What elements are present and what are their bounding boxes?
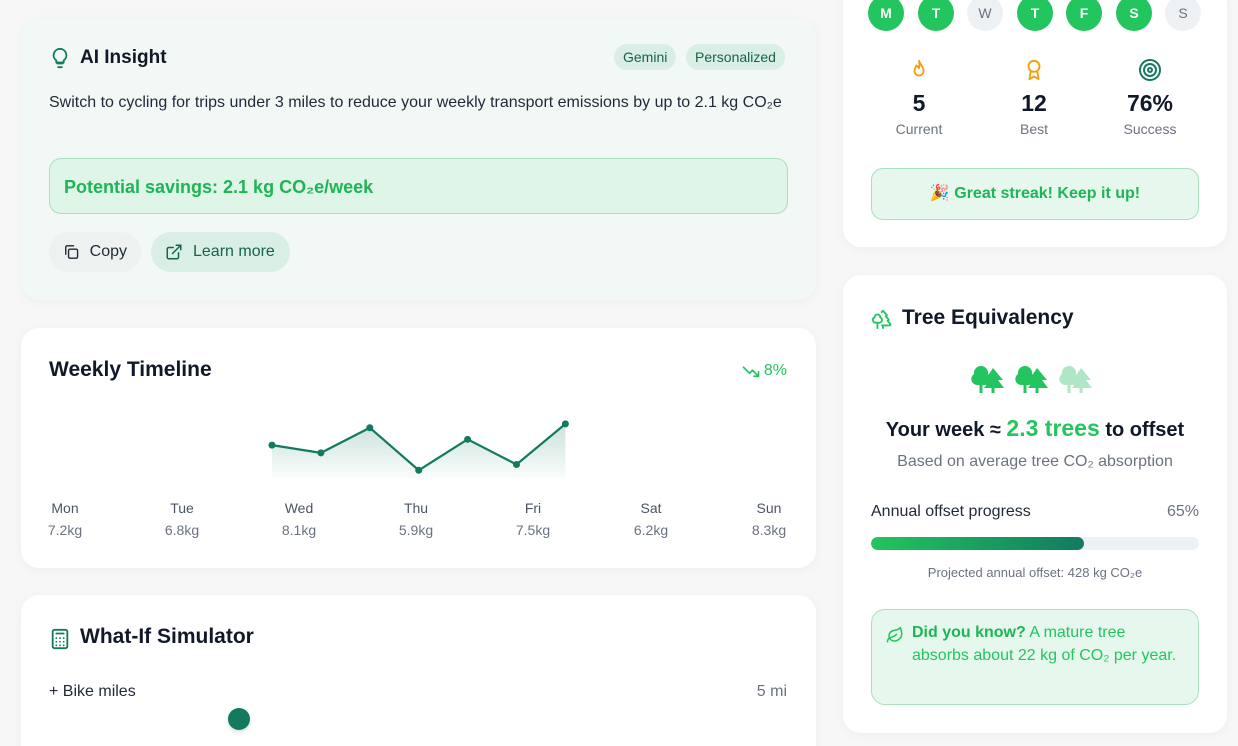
bike-miles-value: 5 mi — [756, 683, 787, 700]
day-label: Tue — [170, 500, 194, 516]
did-you-know-title: Did you know? — [912, 624, 1026, 641]
streak-day-6: S — [1165, 0, 1201, 31]
tree-subtitle: Based on average tree CO₂ absorption — [897, 453, 1173, 470]
streak-day-4: F — [1066, 0, 1102, 31]
streak-day-3: T — [1017, 0, 1053, 31]
learn-more-button[interactable]: Learn more — [151, 232, 290, 272]
stat-success-label: Success — [1123, 121, 1177, 137]
learn-more-label: Learn more — [193, 243, 275, 260]
offset-progress-fill — [871, 537, 1085, 550]
day-sun: Sun 8.3kg — [734, 500, 804, 538]
progress-label: Annual offset progress — [871, 503, 1031, 520]
day-thu: Thu 5.9kg — [381, 500, 451, 538]
did-you-know-box: Did you know? A mature tree absorbs abou… — [871, 609, 1199, 705]
stat-best: 12 Best — [984, 58, 1084, 137]
timeline-chart — [268, 420, 569, 478]
streak-day-0: M — [868, 0, 904, 31]
chart-point-mon — [268, 441, 276, 449]
streak-day-5: S — [1116, 0, 1152, 31]
ai-insight-card: AI Insight Gemini Personalized Switch to… — [21, 18, 816, 300]
day-label: Thu — [403, 500, 429, 516]
award-icon — [1027, 59, 1041, 81]
streak-day-2: W — [967, 0, 1003, 31]
tree-count: 2.3 trees — [1006, 415, 1100, 441]
day-value: 7.2kg — [47, 522, 83, 538]
tree-summary: Your week ≈ 2.3 trees to offset — [843, 415, 1227, 442]
ai-insight-title: AI Insight — [80, 47, 167, 68]
chart-point-sat — [513, 460, 520, 468]
stat-best-value: 12 — [1021, 90, 1047, 116]
target-icon — [1139, 59, 1161, 81]
day-value: 8.3kg — [751, 522, 787, 538]
tree-icon — [1015, 365, 1048, 393]
progress-percent: 65% — [1166, 503, 1199, 520]
copy-label: Copy — [89, 243, 127, 260]
calculator-icon — [51, 628, 69, 650]
what-if-simulator-card: What-If Simulator + Bike miles 5 mi — [21, 595, 816, 746]
day-label: Sat — [640, 500, 662, 516]
day-value: 6.2kg — [633, 522, 669, 538]
trend-indicator: 8% — [742, 362, 787, 380]
streak-day-1: T — [918, 0, 954, 31]
trend-value: 8% — [763, 362, 787, 379]
chart-point-thu — [415, 466, 423, 474]
day-fri: Fri 7.5kg — [498, 500, 568, 538]
bike-miles-slider-handle[interactable] — [228, 708, 250, 730]
day-label: Fri — [524, 500, 542, 516]
tree-icons — [971, 363, 1093, 395]
day-sat: Sat 6.2kg — [616, 500, 686, 538]
trending-down-icon — [742, 366, 760, 378]
day-value: 6.8kg — [164, 522, 200, 538]
tree-icon — [971, 365, 1004, 393]
timeline-title: Weekly Timeline — [49, 358, 212, 381]
lightbulb-icon — [52, 47, 68, 69]
stat-current-label: Current — [895, 121, 943, 137]
partial-tree-icon — [1059, 365, 1092, 393]
chart-point-wed — [366, 424, 374, 432]
tree-summary-prefix: Your week ≈ — [885, 419, 1007, 441]
chart-point-sun — [561, 420, 569, 428]
copy-button[interactable]: Copy — [49, 232, 141, 272]
day-label: Sun — [756, 500, 782, 516]
streak-message: 🎉 Great streak! Keep it up! — [871, 168, 1199, 220]
copy-icon — [65, 245, 79, 259]
day-value: 7.5kg — [515, 522, 551, 538]
day-wed: Wed 8.1kg — [264, 500, 334, 538]
day-tue: Tue 6.8kg — [147, 500, 217, 538]
tree-equivalency-card: Tree Equivalency Your week ≈ 2.3 trees t… — [843, 275, 1227, 733]
chart-point-fri — [464, 435, 472, 443]
tree-summary-suffix: to offset — [1099, 419, 1185, 441]
stat-best-label: Best — [1019, 121, 1048, 137]
bike-miles-label: + Bike miles — [49, 683, 136, 700]
weekly-timeline-card: Weekly Timeline 8% Mon 7.2kg Tue 6.8kg Wed 8.… — [21, 328, 816, 568]
what-if-title: What-If Simulator — [80, 625, 254, 648]
gemini-badge: Gemini — [614, 44, 677, 70]
chart-point-tue — [317, 449, 325, 457]
day-value: 5.9kg — [398, 522, 434, 538]
day-label: Mon — [51, 500, 79, 516]
stat-success-value: 76% — [1126, 90, 1174, 116]
potential-savings-banner: Potential savings: 2.1 kg CO₂e/week — [49, 158, 788, 214]
leaf-icon — [886, 626, 903, 643]
day-label: Wed — [284, 500, 314, 516]
day-mon: Mon 7.2kg — [30, 500, 100, 538]
offset-progress-bar — [871, 537, 1199, 550]
projected-offset: Projected annual offset: 428 kg CO₂e — [927, 565, 1143, 580]
insight-text: Switch to cycling for trips under 3 mile… — [49, 94, 782, 111]
stat-current-value: 5 — [912, 90, 926, 116]
tree-title: Tree Equivalency — [902, 306, 1074, 329]
streak-card: MTWTFSS 5 Current 12 Best 76% Success 🎉 … — [843, 0, 1227, 247]
flame-icon — [913, 59, 925, 77]
external-link-icon — [166, 244, 182, 260]
trees-icon — [872, 309, 892, 330]
stat-success: 76% Success — [1100, 58, 1200, 137]
day-value: 8.1kg — [281, 522, 317, 538]
stat-current: 5 Current — [869, 58, 969, 137]
personalized-badge: Personalized — [686, 44, 785, 70]
